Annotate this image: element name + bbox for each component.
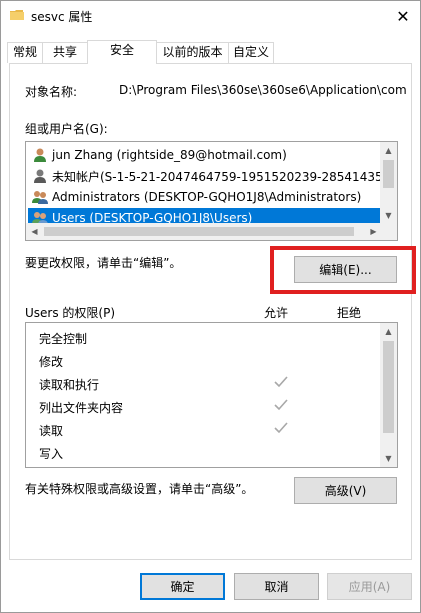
edit-hint-text: 要更改权限，请单击“编辑”。 <box>25 256 182 270</box>
tab-security[interactable]: 安全 <box>87 40 157 64</box>
advanced-button[interactable]: 高级(V) <box>294 477 397 504</box>
deny-column-header: 拒绝 <box>337 306 362 320</box>
permission-row-read: 读取 <box>26 418 382 441</box>
ok-button[interactable]: 确定 <box>140 573 225 600</box>
title-bar[interactable]: sesvc 属性 ✕ <box>1 1 420 31</box>
window-title: sesvc 属性 <box>31 10 93 24</box>
tab-general[interactable]: 常规 <box>7 42 43 63</box>
groups-label: 组或用户名(G): <box>25 122 108 136</box>
permission-row-modify: 修改 <box>26 349 382 372</box>
permission-name: 修改 <box>39 355 64 369</box>
list-item-administrators[interactable]: Administrators (DESKTOP-GQHO1J8\Administ… <box>28 187 380 207</box>
tab-sharing[interactable]: 共享 <box>42 42 88 63</box>
scroll-up-icon[interactable]: ▲ <box>380 142 397 159</box>
scroll-left-icon[interactable]: ◀ <box>26 223 43 240</box>
permission-name: 写入 <box>39 447 64 461</box>
tab-previous-versions[interactable]: 以前的版本 <box>156 42 229 63</box>
edit-button[interactable]: 编辑(E)... <box>294 256 397 283</box>
user-name: 未知帐户(S-1-5-21-2047464759-1951520239-2854… <box>52 169 380 184</box>
permission-name: 完全控制 <box>39 332 88 346</box>
allow-check-icon <box>274 422 288 434</box>
object-name-label: 对象名称: <box>25 85 78 99</box>
permission-row-list-folder: 列出文件夹内容 <box>26 395 382 418</box>
list-item-user-jun[interactable]: jun Zhang (rightside_89@hotmail.com) <box>28 145 380 165</box>
permission-name: 列出文件夹内容 <box>39 401 124 415</box>
user-name: jun Zhang (rightside_89@hotmail.com) <box>52 148 287 162</box>
folder-icon <box>10 10 24 20</box>
scroll-thumb[interactable] <box>383 160 394 188</box>
permission-name: 读取 <box>39 424 64 438</box>
permission-row-write: 写入 <box>26 441 382 464</box>
properties-window: sesvc 属性 ✕ 常规 共享 安全 以前的版本 自定义 对象名称: D:\P… <box>0 0 421 613</box>
user-icon <box>34 148 46 162</box>
permission-row-read-execute: 读取和执行 <box>26 372 382 395</box>
user-list-vertical-scrollbar[interactable]: ▲ ▼ <box>380 142 397 224</box>
tab-customize[interactable]: 自定义 <box>228 42 274 63</box>
scroll-thumb[interactable] <box>383 341 394 433</box>
allow-check-icon <box>274 376 288 388</box>
object-path-value: D:\Program Files\360se\360se6\Applicatio… <box>119 83 407 97</box>
user-list-horizontal-scrollbar[interactable]: ◀ ▶ <box>26 223 382 240</box>
permissions-list: 完全控制 修改 读取和执行 列出文件夹内容 读取 写入 ▲ ▼ <box>25 322 398 468</box>
scroll-thumb[interactable] <box>44 227 354 236</box>
advanced-hint-text: 有关特殊权限或高级设置，请单击“高级”。 <box>25 482 254 496</box>
allow-check-icon <box>274 399 288 411</box>
permissions-label: Users 的权限(P) <box>25 306 116 320</box>
group-icon <box>32 191 48 204</box>
permission-row-full-control: 完全控制 <box>26 326 382 349</box>
security-panel: 对象名称: D:\Program Files\360se\360se6\Appl… <box>9 63 412 560</box>
permission-name: 读取和执行 <box>39 378 100 392</box>
dialog-footer: 确定 取消 应用(A) <box>1 560 420 612</box>
cancel-button[interactable]: 取消 <box>234 573 319 600</box>
permissions-scrollbar[interactable]: ▲ ▼ <box>380 323 397 467</box>
user-name: Administrators (DESKTOP-GQHO1J8\Administ… <box>52 190 362 204</box>
close-icon: ✕ <box>396 6 410 26</box>
user-list[interactable]: jun Zhang (rightside_89@hotmail.com) 未知帐… <box>25 141 398 241</box>
scroll-down-icon[interactable]: ▼ <box>380 207 397 224</box>
list-item-unknown-account[interactable]: 未知帐户(S-1-5-21-2047464759-1951520239-2854… <box>28 166 380 186</box>
allow-column-header: 允许 <box>264 306 289 320</box>
apply-button[interactable]: 应用(A) <box>327 573 412 600</box>
scrollbar-corner <box>380 223 397 240</box>
close-button[interactable]: ✕ <box>386 1 420 31</box>
unknown-user-icon <box>34 169 46 183</box>
scroll-up-icon[interactable]: ▲ <box>380 323 397 340</box>
scroll-down-icon[interactable]: ▼ <box>380 450 397 467</box>
